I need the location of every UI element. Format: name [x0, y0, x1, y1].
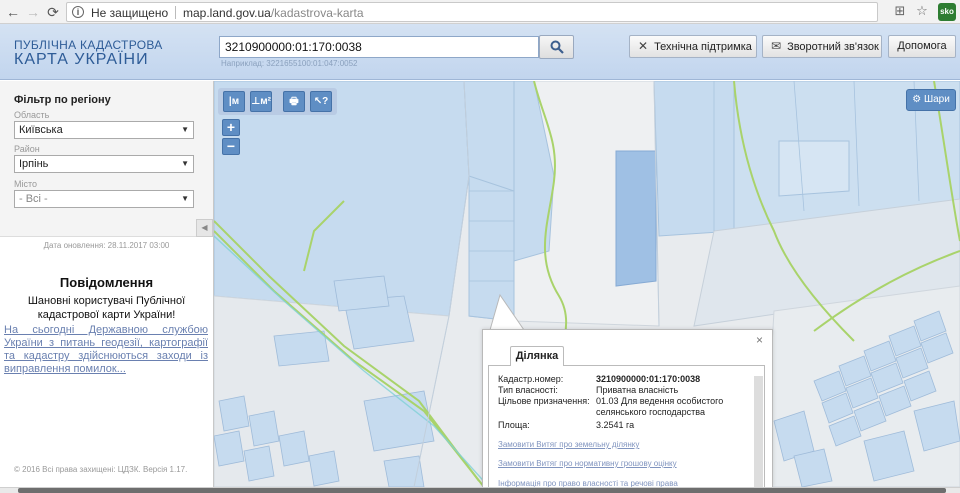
security-label[interactable]: Не защищено — [91, 6, 168, 20]
address-bar[interactable]: i Не защищено map.land.gov.ua/kadastrova… — [66, 2, 878, 22]
divider — [175, 6, 176, 19]
translate-icon[interactable]: ⊞ — [892, 3, 908, 19]
parcel-info: Кадастр.номер: 3210900000:01:170:0038 Ти… — [488, 365, 765, 487]
collapse-sidebar-button[interactable]: ◀ — [196, 219, 213, 237]
ownership-type: Приватна власність — [596, 385, 679, 395]
region-label: Область — [14, 110, 50, 120]
url-text[interactable]: map.land.gov.ua/kadastrova-karta — [183, 6, 364, 20]
scrollbar-thumb[interactable] — [18, 488, 946, 493]
district-select[interactable]: Ірпінь ▼ — [14, 155, 194, 173]
parcel-popup: × Ділянка Кадастр.номер: 3210900000:01:1… — [482, 329, 773, 487]
url-path: /kadastrova-karta — [270, 6, 364, 20]
order-extract-link[interactable]: Замовити Витяг про земельну ділянку — [498, 440, 639, 449]
caret-down-icon: ▼ — [181, 194, 189, 203]
info-label: Цільове призначення: — [498, 396, 590, 406]
site-header: ПУБЛІЧНА КАДАСТРОВА КАРТА УКРАЇНИ Наприк… — [0, 24, 960, 80]
city-value: - Всі - — [19, 193, 48, 205]
info-label: Кадастр.номер: — [498, 374, 564, 384]
region-value: Київська — [19, 124, 63, 136]
filter-title: Фільтр по регіону — [14, 94, 111, 106]
identify-icon[interactable]: ↖? — [310, 91, 332, 112]
layers-label: Шари — [923, 94, 950, 105]
notice-link[interactable]: На сьогодні Державною службою України з … — [4, 324, 208, 376]
notice-title: Повідомлення — [59, 275, 154, 290]
search-hint: Наприклад: 3221655100:01:047:0052 — [221, 59, 358, 68]
update-date: Дата оновлення: 28.11.2017 03:00 — [43, 241, 170, 250]
info-label: Тип власності: — [498, 385, 558, 395]
print-icon[interactable]: 🖶 — [283, 91, 305, 112]
gear-icon: ⚙ — [912, 94, 922, 105]
tab-parcel[interactable]: Ділянка — [510, 346, 564, 366]
zoom-out-button[interactable]: − — [222, 138, 240, 155]
info-icon[interactable]: i — [72, 6, 84, 18]
notice-body: Шановні користувачі Публічної кадастрово… — [27, 295, 186, 321]
city-select[interactable]: - Всі - ▼ — [14, 190, 194, 208]
order-valuation-link[interactable]: Замовити Витяг про нормативну грошову оц… — [498, 459, 677, 468]
tools-icon: ✕ — [638, 39, 649, 53]
arrow-left-icon[interactable]: ← — [4, 3, 22, 21]
feedback-label: Зворотний зв'язок — [787, 41, 879, 53]
search-button[interactable] — [539, 35, 574, 59]
district-label: Район — [14, 144, 40, 154]
ownership-info-link[interactable]: Інформація про право власності та речові… — [498, 479, 678, 487]
region-filter: Фільтр по регіону Область Київська ▼ Райо… — [0, 81, 213, 237]
measure-area-icon[interactable]: ⊥м² — [250, 91, 272, 112]
envelope-icon: ✉ — [771, 39, 782, 53]
map-toolbar: |м ⊥м² 🖶 ↖? — [218, 88, 337, 115]
support-button[interactable]: ✕ Технічна підтримка — [629, 35, 757, 58]
measure-distance-icon[interactable]: |м — [223, 91, 245, 112]
popup-pointer — [489, 293, 525, 333]
search-icon — [550, 40, 564, 54]
area: 3.2541 га — [596, 420, 635, 430]
sidebar: Фільтр по регіону Область Київська ▼ Райо… — [0, 81, 214, 487]
star-icon[interactable]: ☆ — [914, 3, 930, 19]
url-host: map.land.gov.ua — [183, 6, 271, 20]
layers-button[interactable]: ⚙ Шари — [906, 89, 956, 111]
cadastre-search-input[interactable] — [219, 36, 539, 58]
caret-down-icon: ▼ — [181, 125, 189, 134]
district-value: Ірпінь — [19, 158, 49, 170]
help-button[interactable]: Допомога — [888, 35, 956, 58]
info-label: Площа: — [498, 420, 530, 430]
arrow-right-icon[interactable]: → — [24, 3, 42, 21]
caret-down-icon: ▼ — [181, 159, 189, 168]
zoom-in-button[interactable]: + — [222, 119, 240, 136]
feedback-button[interactable]: ✉ Зворотний зв'язок — [762, 35, 882, 58]
popup-scrollbar[interactable] — [754, 376, 763, 487]
horizontal-scrollbar[interactable] — [0, 487, 960, 493]
region-select[interactable]: Київська ▼ — [14, 121, 194, 139]
support-label: Технічна підтримка — [654, 41, 752, 53]
close-icon[interactable]: × — [756, 333, 763, 347]
copyright: © 2016 Всі права захищені: ЦДЗК. Версія … — [14, 465, 188, 474]
purpose: 01.03 Для ведення особистого селянського… — [596, 396, 724, 417]
logo-line-2[interactable]: КАРТА УКРАЇНИ — [14, 51, 149, 69]
browser-toolbar: ← → ⟳ i Не защищено map.land.gov.ua/kada… — [0, 0, 960, 24]
extension-icon[interactable]: sko — [938, 3, 956, 21]
city-label: Місто — [14, 179, 38, 189]
map-canvas[interactable]: |м ⊥м² 🖶 ↖? + − ⚙ Шари × Ділянка Кадастр… — [214, 81, 960, 487]
logo-line-1[interactable]: ПУБЛІЧНА КАДАСТРОВА — [14, 38, 163, 52]
zoom-control: + − — [222, 119, 240, 156]
reload-icon[interactable]: ⟳ — [44, 3, 62, 21]
cadastre-number: 3210900000:01:170:0038 — [596, 374, 701, 384]
